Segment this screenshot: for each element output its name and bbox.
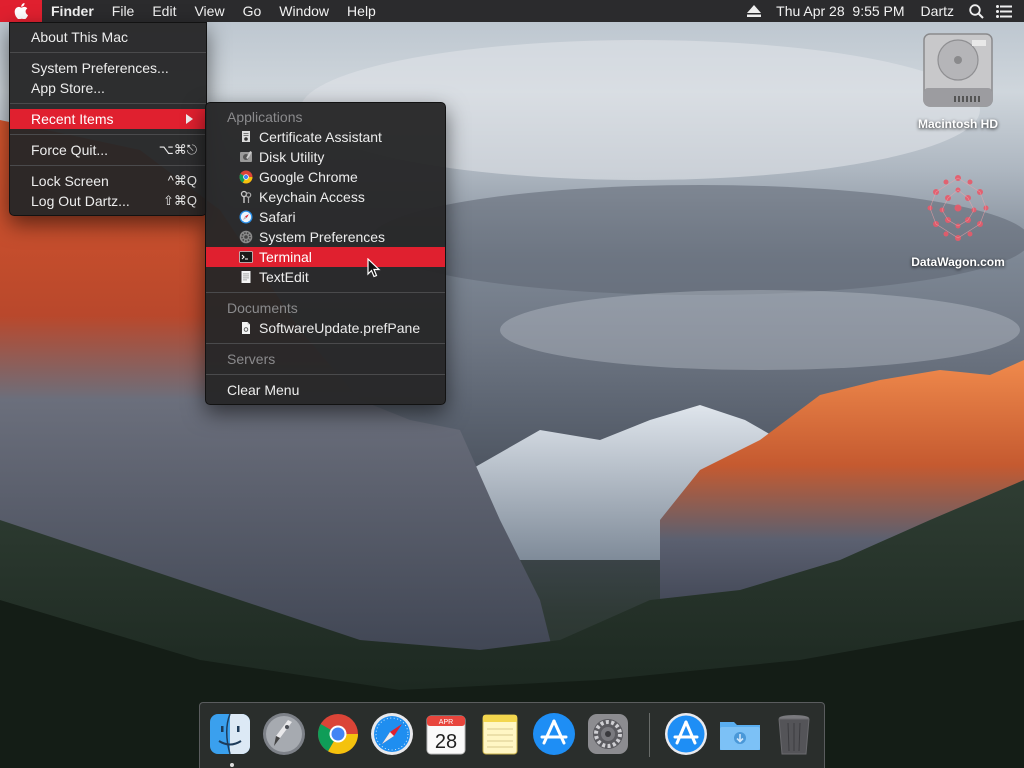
dock-app-store[interactable] [530,710,578,758]
menu-separator [10,103,206,104]
notification-center-icon[interactable] [990,0,1018,22]
mouse-pointer-icon [367,258,381,278]
apple-logo-icon [14,3,28,19]
macintosh-hd-label: Macintosh HD [917,117,998,131]
menu-log-out[interactable]: Log Out Dartz... ⇧⌘Q [10,191,206,211]
menu-separator [10,134,206,135]
submenu-arrow-icon [186,114,193,124]
disk-utility-icon [240,151,252,162]
downloads-folder-icon [720,722,760,750]
keychain-icon [240,190,252,203]
spotlight-search-icon[interactable] [962,0,990,22]
certificate-icon [242,131,250,142]
menu-separator [206,374,445,375]
eject-icon[interactable] [740,0,768,22]
calendar-month: APR [439,719,453,726]
menu-bar: Finder File Edit View Go Window Help Thu… [0,0,1024,22]
safari-icon [239,210,253,224]
menu-clear-menu[interactable]: Clear Menu [206,380,445,400]
menubar-user[interactable]: Dartz [913,0,962,22]
datawagon-label: DataWagon.com [911,255,1005,269]
recent-app-certificate-assistant[interactable]: Certificate Assistant [206,127,445,147]
document-icon [242,322,250,334]
menubar-app-name[interactable]: Finder [42,0,103,22]
menu-about-this-mac[interactable]: About This Mac [10,27,206,47]
apple-menu-button[interactable] [0,0,42,22]
dock-separator [649,713,650,757]
dock: APR 28 [199,702,825,768]
terminal-icon [239,251,253,263]
menubar-file[interactable]: File [103,0,144,22]
dock-system-preferences[interactable] [584,710,632,758]
system-preferences-icon [588,714,628,754]
notes-icon [482,714,518,755]
chrome-icon [239,170,253,184]
menubar-edit[interactable]: Edit [143,0,185,22]
recent-applications-header: Applications [227,109,303,125]
menu-force-quit[interactable]: Force Quit... ⌥⌘⎋ [10,140,206,160]
log-out-shortcut: ⇧⌘Q [162,193,197,208]
menu-separator [206,343,445,344]
recent-app-google-chrome[interactable]: Google Chrome [206,167,445,187]
lock-screen-shortcut: ^⌘Q [167,173,197,188]
recent-app-terminal[interactable]: Terminal [206,247,445,267]
recent-documents-header: Documents [227,300,298,316]
recent-document-softwareupdate[interactable]: SoftwareUpdate.prefPane [206,318,445,338]
menubar-help[interactable]: Help [338,0,385,22]
app-store-icon [533,713,575,755]
menu-recent-items[interactable]: Recent Items [10,109,206,129]
recent-app-disk-utility[interactable]: Disk Utility [206,147,445,167]
menu-separator [206,292,445,293]
safari-icon [371,713,413,755]
menu-system-preferences[interactable]: System Preferences... [10,58,206,78]
menubar-window[interactable]: Window [270,0,338,22]
recent-app-textedit[interactable]: TextEdit [206,267,445,287]
calendar-day: 28 [435,731,457,753]
app-store-downloads-icon [665,713,707,755]
hard-drive-icon [923,33,993,107]
trash-icon [778,715,810,755]
recent-servers-header: Servers [227,351,276,367]
finder-running-indicator [230,763,234,767]
datawagon-desktop-icon[interactable]: DataWagon.com [898,168,1018,269]
datawagon-logo-icon [927,175,989,241]
dock-app-store-stack[interactable] [662,710,710,758]
dock-safari[interactable] [368,710,416,758]
dock-finder[interactable] [206,710,254,758]
gear-icon [239,230,253,244]
dock-launchpad[interactable] [260,710,308,758]
menubar-clock[interactable]: Thu Apr 28 9:55 PM [768,0,912,22]
textedit-icon [241,271,251,283]
menu-lock-screen[interactable]: Lock Screen ^⌘Q [10,171,206,191]
recent-app-system-preferences[interactable]: System Preferences [206,227,445,247]
dock-chrome[interactable] [314,710,362,758]
apple-menu: About This Mac System Preferences... App… [9,22,207,216]
dock-notes[interactable] [476,710,524,758]
menubar-view[interactable]: View [185,0,233,22]
launchpad-icon [263,713,305,755]
menu-app-store[interactable]: App Store... [10,78,206,98]
recent-app-safari[interactable]: Safari [206,207,445,227]
recent-items-submenu: Applications Certificate Assistant Disk … [205,102,446,405]
calendar-icon: APR 28 [426,715,466,755]
macintosh-hd-desktop-icon[interactable]: Macintosh HD [905,30,1011,131]
dock-trash[interactable] [770,710,818,758]
menu-separator [10,165,206,166]
menubar-go[interactable]: Go [234,0,271,22]
force-quit-shortcut: ⌥⌘⎋ [158,142,197,157]
menu-separator [10,52,206,53]
recent-app-keychain-access[interactable]: Keychain Access [206,187,445,207]
dock-calendar[interactable]: APR 28 [422,710,470,758]
dock-downloads[interactable] [716,710,764,758]
finder-icon [210,713,250,755]
chrome-icon [318,714,358,754]
